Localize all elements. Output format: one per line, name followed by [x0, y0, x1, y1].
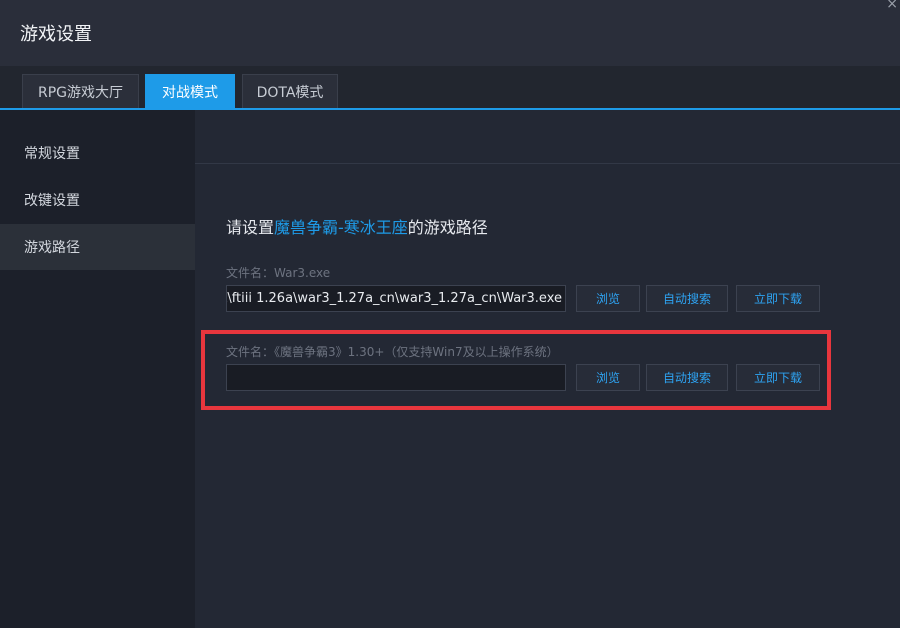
close-icon[interactable]: ×	[886, 0, 898, 12]
auto-search-button[interactable]: 自动搜索	[646, 285, 728, 312]
title-bar: 游戏设置 ×	[0, 0, 900, 66]
window-title: 游戏设置	[20, 24, 92, 45]
divider	[195, 163, 900, 164]
page-heading: 请设置魔兽争霸-寒冰王座的游戏路径	[226, 214, 488, 238]
heading-suffix: 的游戏路径	[407, 218, 488, 237]
tab-rpg-lobby[interactable]: RPG游戏大厅	[22, 74, 139, 108]
tab-battle-mode[interactable]: 对战模式	[145, 74, 235, 108]
tab-bar: RPG游戏大厅 对战模式 DOTA模式	[0, 66, 900, 110]
tab-dota-mode[interactable]: DOTA模式	[242, 74, 338, 108]
sidebar-item-game-path[interactable]: 游戏路径	[0, 224, 195, 270]
war3-path-value: E:\Soft\ftiii 1.26a\war3_1.27a_cn\war3_1…	[227, 291, 562, 306]
download-button[interactable]: 立即下载	[736, 285, 820, 312]
sidebar-item-general[interactable]: 常规设置	[0, 130, 195, 176]
sidebar: 常规设置 改键设置 游戏路径	[0, 110, 195, 628]
war3-path-field[interactable]: E:\Soft\ftiii 1.26a\war3_1.27a_cn\war3_1…	[226, 285, 566, 312]
path1-hint: 文件名：War3.exe	[226, 266, 331, 280]
heading-game-name: 魔兽争霸-寒冰王座	[274, 218, 408, 237]
heading-prefix: 请设置	[226, 218, 275, 237]
red-highlight-box	[201, 330, 831, 410]
sidebar-item-keybindings[interactable]: 改键设置	[0, 177, 195, 223]
browse-button[interactable]: 浏览	[576, 285, 640, 312]
